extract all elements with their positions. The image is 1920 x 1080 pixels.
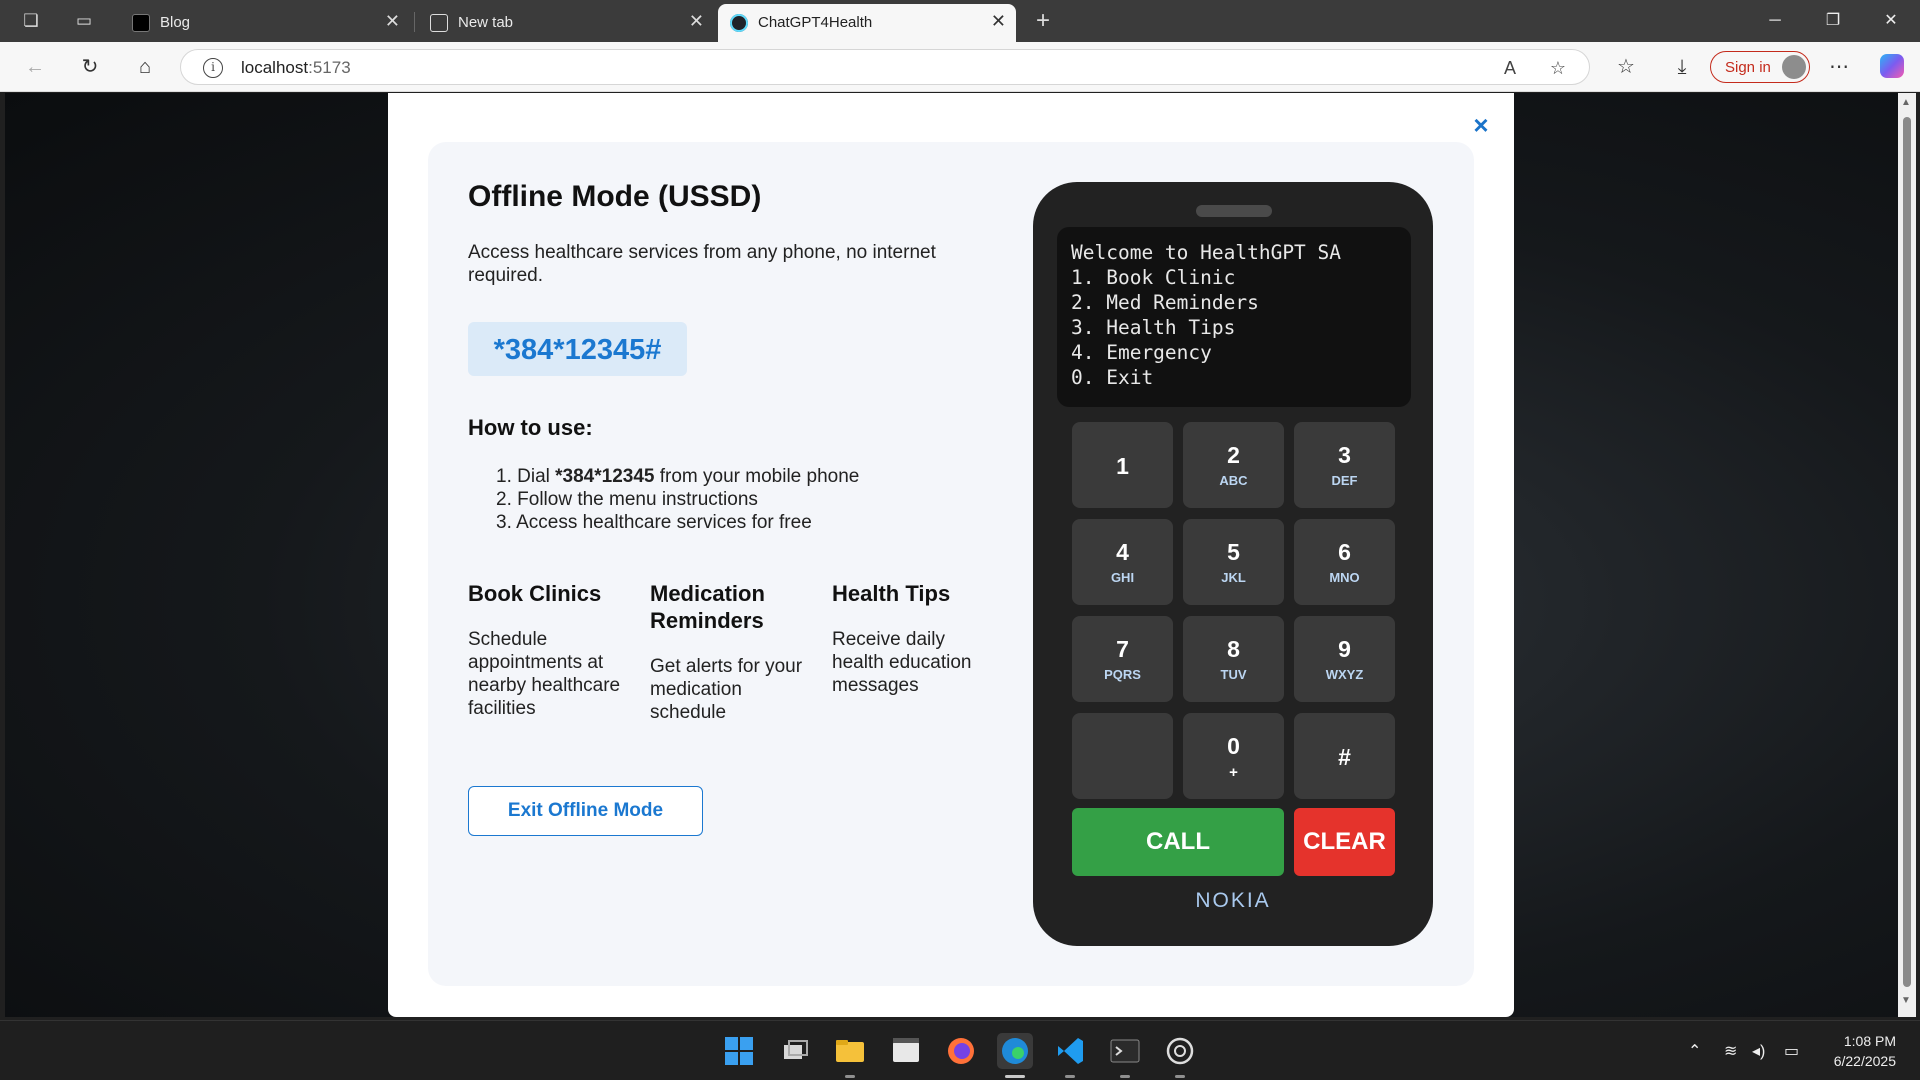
- start-icon[interactable]: [721, 1033, 757, 1069]
- keypad-key-4[interactable]: 4 GHI: [1072, 519, 1173, 605]
- tab-strip: ❏ ▭ Blog ✕ New tab ✕ ChatGPT4Health ✕ + …: [0, 0, 1920, 42]
- edge-icon[interactable]: [997, 1033, 1033, 1078]
- page-scrollbar[interactable]: ▲ ▼: [1898, 93, 1916, 1017]
- vscode-icon[interactable]: [1052, 1033, 1088, 1078]
- clipchamp-icon[interactable]: [888, 1033, 924, 1069]
- url-text[interactable]: localhost:5173: [241, 58, 351, 78]
- close-icon[interactable]: ×: [1466, 110, 1496, 140]
- wifi-icon[interactable]: ≋: [1724, 1041, 1737, 1061]
- tab-title: ChatGPT4Health: [758, 14, 873, 31]
- info-icon[interactable]: i: [203, 58, 223, 78]
- ussd-code-badge: *384*12345#: [468, 322, 687, 376]
- step-item: 3. Access healthcare services for free: [496, 512, 812, 533]
- profile-avatar-icon: [1782, 55, 1806, 79]
- firefox-icon[interactable]: [943, 1033, 979, 1069]
- how-to-steps: 1. Dial *384*12345 from your mobile phon…: [496, 465, 859, 534]
- tab-title: New tab: [458, 14, 514, 31]
- tab-new-tab[interactable]: New tab ✕: [418, 4, 714, 42]
- favorites-icon[interactable]: ☆: [1613, 54, 1639, 80]
- keypad-key-3[interactable]: 3 DEF: [1294, 422, 1395, 508]
- sign-in-button[interactable]: Sign in: [1710, 51, 1810, 83]
- close-tab-icon[interactable]: ✕: [689, 11, 704, 32]
- refresh-icon[interactable]: ↻: [77, 54, 103, 80]
- keypad-key-0[interactable]: 0 +: [1183, 713, 1284, 799]
- clear-button[interactable]: CLEAR: [1294, 808, 1395, 876]
- step-item: 1. Dial *384*12345 from your mobile phon…: [496, 466, 860, 487]
- taskbar: ⌃ ≋ ◂) ▭ 1:08 PM 6/22/2025: [0, 1020, 1920, 1080]
- feature-health-tips: Health Tips Receive daily health educati…: [832, 580, 992, 697]
- keypad-key-5[interactable]: 5 JKL: [1183, 519, 1284, 605]
- phone-brand: NOKIA: [1195, 889, 1271, 912]
- home-icon[interactable]: ⌂: [132, 54, 158, 80]
- restore-icon[interactable]: ❐: [1813, 8, 1853, 34]
- clock-time: 1:08 PM: [1843, 1033, 1896, 1049]
- phone-speaker: [1196, 205, 1272, 217]
- close-window-icon[interactable]: ✕: [1871, 8, 1911, 34]
- address-bar[interactable]: i localhost:5173 A ☆: [180, 49, 1590, 85]
- screen-line: 1. Book Clinic: [1071, 266, 1236, 289]
- phone-screen: Welcome to HealthGPT SA 1. Book Clinic 2. …: [1057, 227, 1411, 407]
- blog-favicon-icon: [132, 14, 150, 32]
- feature-text: Schedule appointments at nearby healthca…: [468, 629, 621, 719]
- screen-line: Welcome to HealthGPT SA: [1071, 241, 1342, 264]
- new-tab-page-icon: [430, 14, 448, 32]
- address-bar-row: ← ↻ ⌂ i localhost:5173 A ☆ ☆ ⤓ Sign in ⋯: [0, 42, 1920, 92]
- how-to-heading: How to use:: [468, 415, 593, 440]
- file-explorer-icon[interactable]: [832, 1033, 868, 1078]
- battery-icon[interactable]: ▭: [1784, 1041, 1799, 1061]
- feature-title: Book Clinics: [468, 581, 602, 606]
- page-title: Offline Mode (USSD): [468, 180, 762, 213]
- screen-line: 0. Exit: [1071, 366, 1154, 389]
- close-tab-icon[interactable]: ✕: [991, 11, 1006, 32]
- react-favicon-icon: [730, 14, 748, 32]
- feature-text: Receive daily health education messages: [832, 629, 972, 696]
- keypad-key-9[interactable]: 9 WXYZ: [1294, 616, 1395, 702]
- clock-date: 6/22/2025: [1833, 1053, 1896, 1069]
- exit-offline-mode-button[interactable]: Exit Offline Mode: [468, 786, 703, 836]
- feature-book-clinics: Book Clinics Schedule appointments at ne…: [468, 580, 638, 720]
- task-view-icon[interactable]: [777, 1033, 813, 1069]
- ussd-code: *384*12345#: [493, 334, 662, 366]
- feature-title: Medication Reminders: [650, 581, 765, 633]
- show-hidden-icons-icon[interactable]: ⌃: [1688, 1041, 1701, 1061]
- copilot-icon[interactable]: [1880, 54, 1904, 78]
- system-clock[interactable]: 1:08 PM 6/22/2025: [1800, 1031, 1896, 1071]
- screen-line: 3. Health Tips: [1071, 316, 1236, 339]
- offline-description: Access healthcare services from any phon…: [468, 242, 936, 286]
- tab-blog[interactable]: Blog ✕: [120, 4, 410, 42]
- volume-icon[interactable]: ◂): [1752, 1041, 1765, 1061]
- more-icon[interactable]: ⋯: [1826, 54, 1852, 80]
- feature-medication-reminders: Medication Reminders Get alerts for your…: [650, 580, 820, 724]
- feature-text: Get alerts for your medication schedule: [650, 656, 803, 723]
- tab-actions-icon[interactable]: ▭: [73, 10, 95, 32]
- keypad-key-6[interactable]: 6 MNO: [1294, 519, 1395, 605]
- workspaces-icon[interactable]: ❏: [20, 10, 42, 32]
- terminal-icon[interactable]: [1107, 1033, 1143, 1078]
- keypad-key-hash[interactable]: #: [1294, 713, 1395, 799]
- close-tab-icon[interactable]: ✕: [385, 11, 400, 32]
- chatgpt-icon[interactable]: [1162, 1033, 1198, 1078]
- keypad-key-8[interactable]: 8 TUV: [1183, 616, 1284, 702]
- screen-line: 2. Med Reminders: [1071, 291, 1259, 314]
- new-tab-plus-icon[interactable]: +: [1032, 9, 1054, 33]
- favorite-star-icon[interactable]: ☆: [1546, 56, 1570, 80]
- feature-title: Health Tips: [832, 581, 951, 606]
- read-aloud-icon[interactable]: A: [1498, 56, 1522, 80]
- tab-chatgpt4health[interactable]: ChatGPT4Health ✕: [718, 4, 1016, 42]
- tab-title: Blog: [160, 14, 191, 31]
- keypad-key-7[interactable]: 7 PQRS: [1072, 616, 1173, 702]
- keypad-key-2[interactable]: 2 ABC: [1183, 422, 1284, 508]
- screen-line: 4. Emergency: [1071, 341, 1212, 364]
- step-item: 2. Follow the menu instructions: [496, 489, 758, 510]
- scrollbar-thumb[interactable]: [1903, 117, 1911, 987]
- keypad-key-1[interactable]: 1: [1072, 422, 1173, 508]
- call-button[interactable]: CALL: [1072, 808, 1284, 876]
- keypad-key-star[interactable]: [1072, 713, 1173, 799]
- back-icon[interactable]: ←: [22, 54, 48, 80]
- downloads-icon[interactable]: ⤓: [1669, 54, 1695, 80]
- minimize-icon[interactable]: ─: [1755, 8, 1795, 34]
